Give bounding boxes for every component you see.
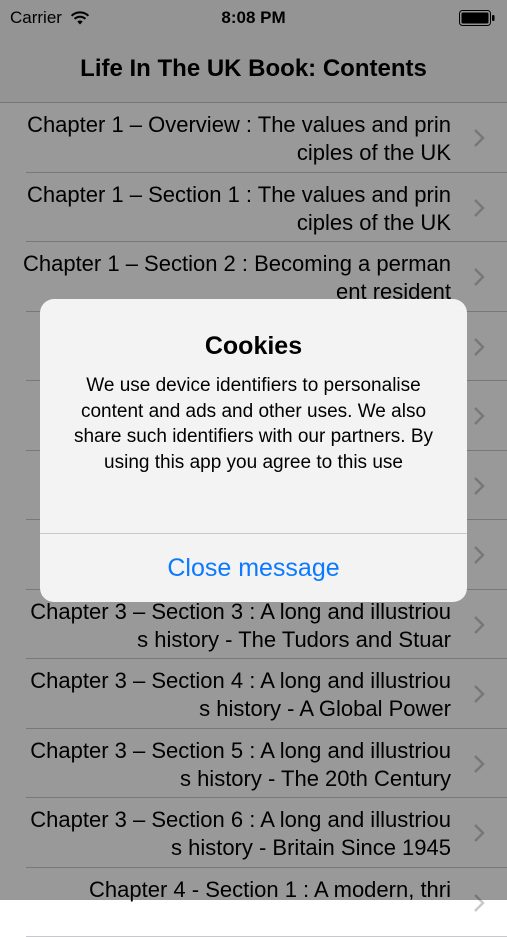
alert-message: We use device identifiers to personalise… <box>60 373 447 475</box>
cookies-alert: Cookies We use device identifiers to per… <box>40 299 467 602</box>
close-message-button[interactable]: Close message <box>40 534 467 602</box>
alert-title: Cookies <box>40 331 467 361</box>
